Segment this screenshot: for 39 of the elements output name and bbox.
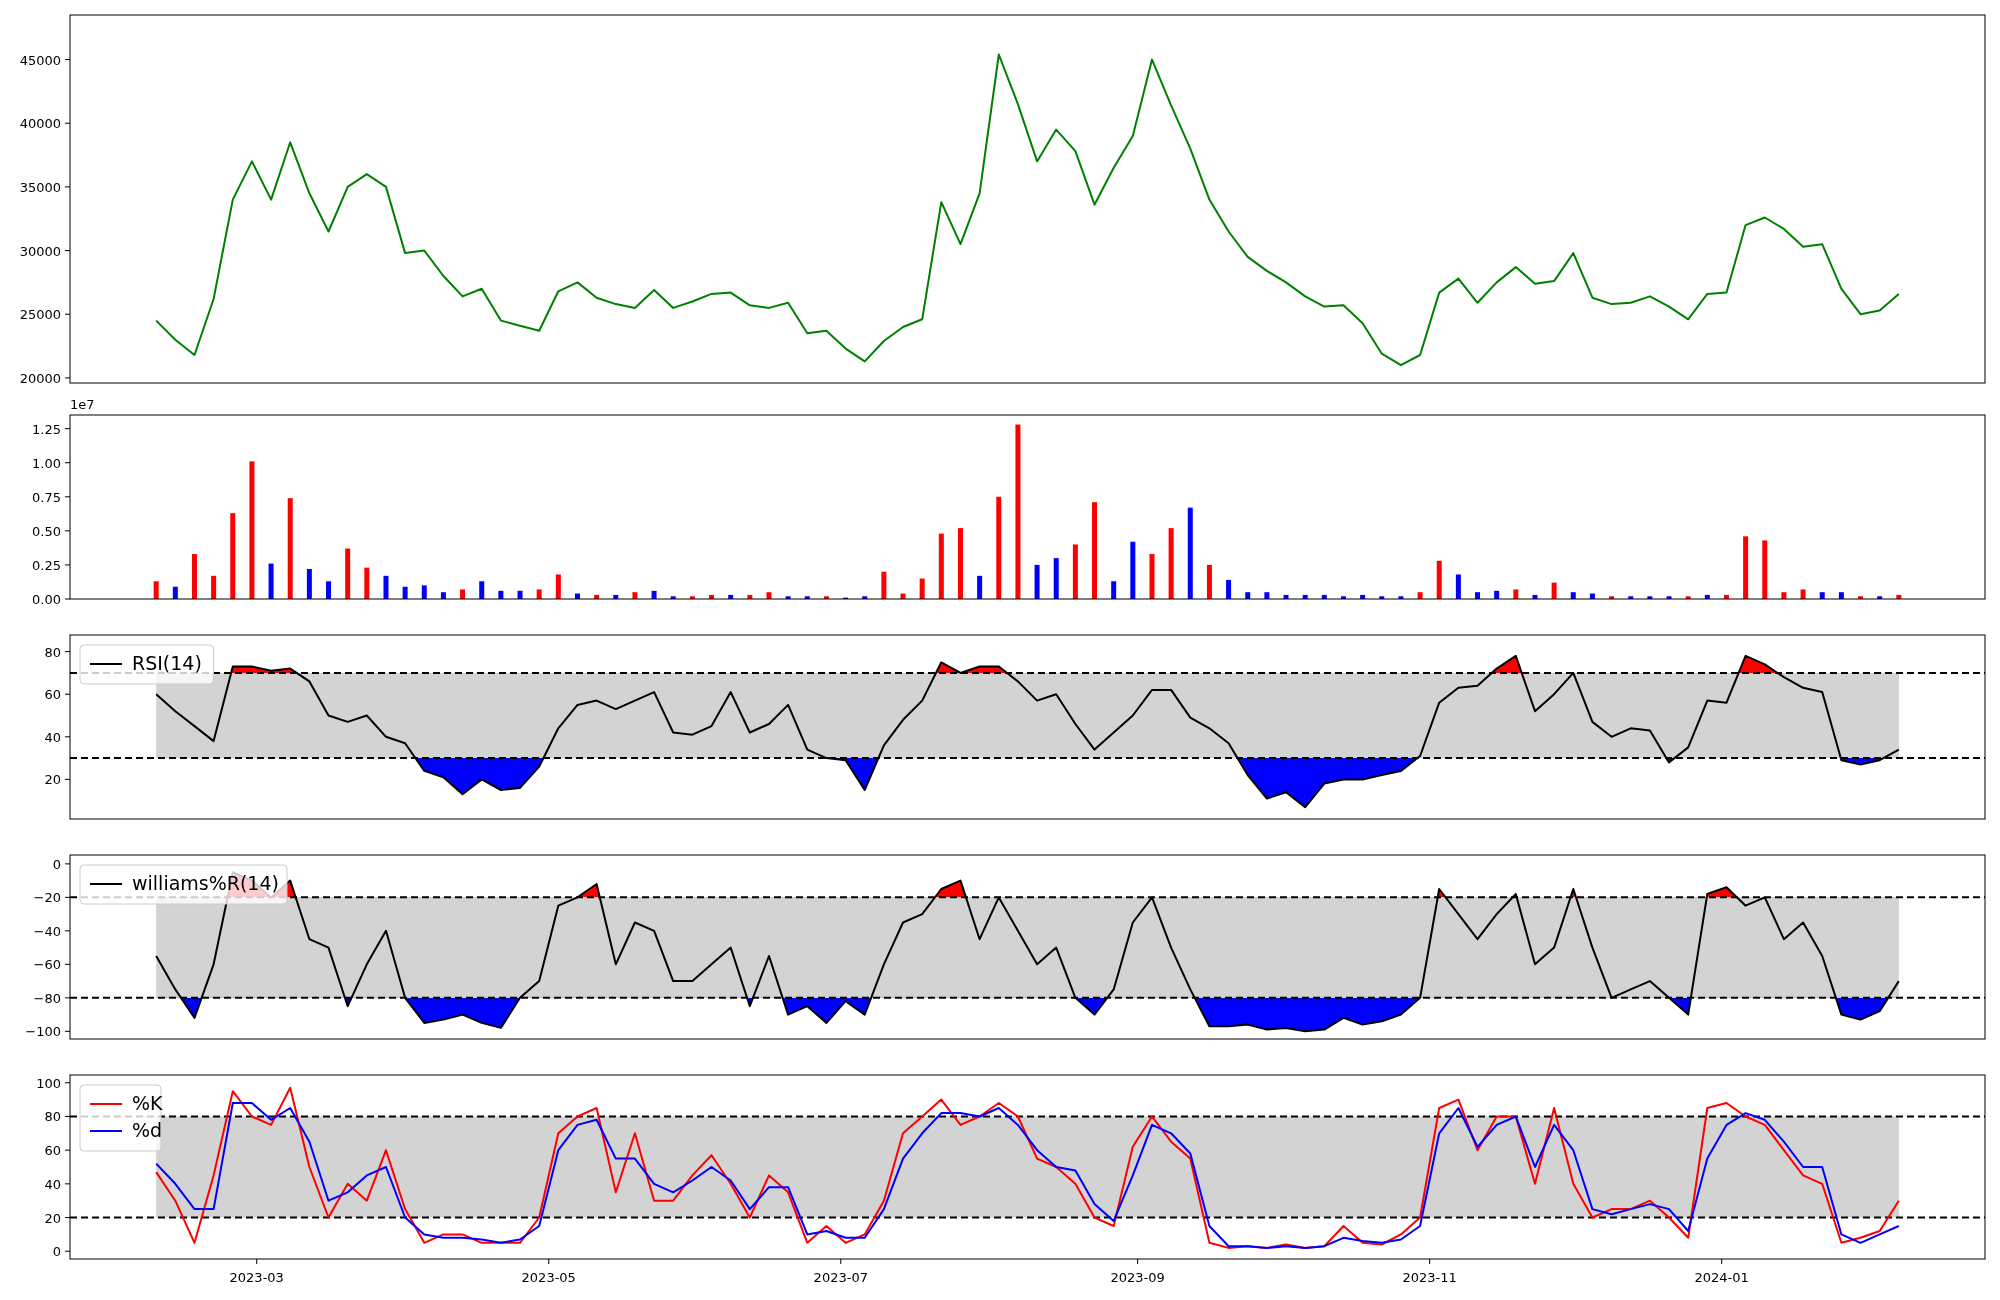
axis-tick-label: 20000 [19,370,61,386]
axis-tick-label: 60 [44,1143,61,1159]
axis-tick-label: −20 [33,890,61,906]
axis-tick-label: 2023-07 [813,1270,868,1285]
axis-tick-label: 40 [44,729,61,745]
legend-label: williams%R(14) [132,872,279,894]
axis-tick-label: 25000 [19,307,61,323]
axis-tick-label: 1.00 [32,455,61,471]
axis-tick-label: 60 [44,687,61,703]
axis-tick-label: 0.00 [32,592,61,607]
axis-tick-label: 20 [44,772,61,788]
axis-tick-label: 100 [36,1075,61,1091]
legend-label: %K [132,1092,163,1114]
legend-label: RSI(14) [132,652,202,674]
axis-tick-label: 2023-05 [521,1270,576,1285]
axis-tick-label: −60 [33,957,61,973]
axis-tick-label: 0.25 [32,557,61,573]
axis-tick-label: 35000 [19,179,61,195]
axis-tick-label: −100 [25,1024,61,1040]
axis-tick-label: 2023-11 [1402,1270,1457,1285]
legend-label: %d [132,1119,163,1141]
axis-tick-label: −80 [33,990,61,1006]
axis-tick-label: 2024-01 [1694,1270,1749,1285]
axis-tick-label: 1.25 [32,421,61,437]
axis-tick-label: 2023-03 [229,1270,284,1285]
axis-tick-label: 40 [44,1176,61,1192]
axis-tick-label: 2023-09 [1110,1270,1165,1285]
axis-scale-label: 1e7 [70,397,95,412]
axis-tick-label: 0.75 [32,489,61,505]
axis-tick-label: 0.50 [32,523,61,539]
axis-tick-label: 0 [52,856,61,872]
axis-tick-label: 0 [52,1244,61,1260]
axis-tick-label: 80 [44,1109,61,1125]
axis-tick-label: 30000 [19,243,61,259]
axis-tick-label: −40 [33,923,61,939]
axis-tick-label: 20 [44,1210,61,1226]
axis-tick-label: 40000 [19,116,61,132]
axis-tick-label: 80 [44,644,61,660]
axis-tick-label: 45000 [19,52,61,68]
